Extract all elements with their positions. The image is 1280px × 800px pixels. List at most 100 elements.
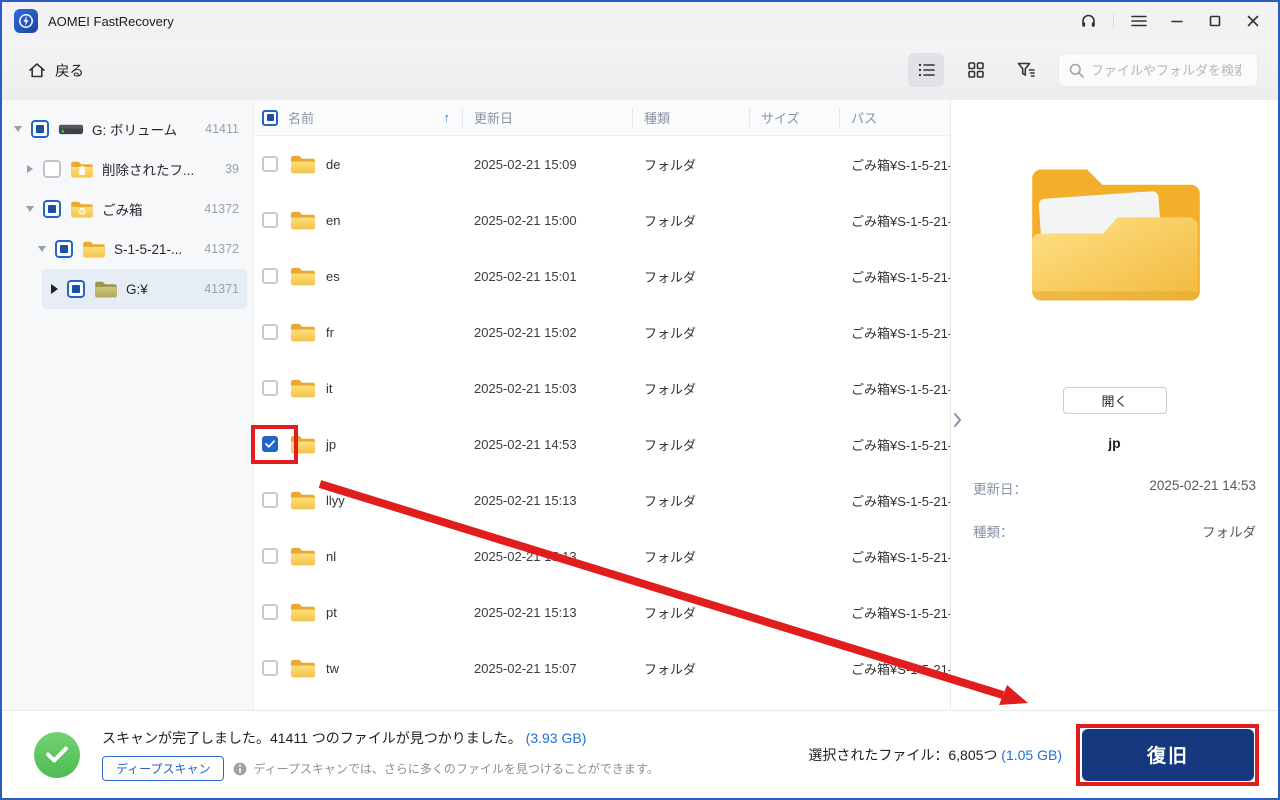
info-icon	[234, 762, 247, 775]
file-path: ごみ箱¥S-1-5-21-4...	[851, 157, 950, 173]
file-date: 2025-02-21 15:13	[474, 548, 577, 564]
list-header: 名前 ↑ 更新日 種類 サイズ パス	[254, 100, 950, 136]
table-row-jp-selected[interactable]: jp 2025-02-21 14:53 フォルダ ごみ箱¥S-1-5-21-4.…	[254, 416, 950, 472]
table-row[interactable]: es 2025-02-21 15:01 フォルダ ごみ箱¥S-1-5-21-4.…	[254, 248, 950, 304]
sort-ascending-icon[interactable]: ↑	[444, 110, 451, 125]
file-path: ごみ箱¥S-1-5-21-4...	[851, 437, 950, 453]
grid-view-button[interactable]	[958, 53, 994, 87]
file-name: pt	[326, 604, 337, 620]
column-header-size[interactable]: サイズ	[749, 100, 839, 135]
preview-panel: 開く jp 更新日： 2025-02-21 14:53 種類： フォルダ	[950, 100, 1278, 710]
tree-item-recyclebin[interactable]: ごみ箱 41372	[2, 189, 253, 229]
table-row[interactable]: de 2025-02-21 15:09 フォルダ ごみ箱¥S-1-5-21-4.…	[254, 136, 950, 192]
column-header-type[interactable]: 種類	[632, 100, 749, 135]
selected-files-text: 選択されたファイル：6,805つ (1.05 GB)	[808, 746, 1062, 763]
table-row[interactable]: it 2025-02-21 15:03 フォルダ ごみ箱¥S-1-5-21-4.…	[254, 360, 950, 416]
file-date: 2025-02-21 14:53	[474, 436, 577, 452]
column-header-date[interactable]: 更新日	[462, 100, 632, 135]
tree-label: S-1-5-21-...	[114, 241, 183, 257]
scan-complete-check-icon	[34, 731, 80, 778]
olive-folder-icon	[94, 280, 118, 299]
row-checkbox[interactable]	[262, 268, 278, 284]
row-checkbox[interactable]	[262, 604, 278, 620]
support-headset-icon[interactable]	[1071, 6, 1105, 36]
tree-count: 41411	[205, 122, 239, 136]
file-type: フォルダ	[644, 213, 697, 229]
row-checkbox[interactable]	[262, 380, 278, 396]
collapse-panel-chevron-icon[interactable]	[953, 412, 962, 433]
expand-caret-icon[interactable]	[24, 165, 36, 173]
file-type: フォルダ	[644, 549, 697, 565]
table-row[interactable]: pt 2025-02-21 15:13 フォルダ ごみ箱¥S-1-5-21-4.…	[254, 584, 950, 640]
file-date: 2025-02-21 15:07	[474, 660, 577, 676]
row-checkbox[interactable]	[262, 212, 278, 228]
status-bar: スキャンが完了しました。41411 つのファイルが見つかりました。 (3.93 …	[2, 710, 1278, 798]
table-row[interactable]: llyy 2025-02-21 15:13 フォルダ ごみ箱¥S-1-5-21-…	[254, 472, 950, 528]
row-checkbox[interactable]	[262, 492, 278, 508]
tree-checkbox-gdrive[interactable]	[67, 280, 85, 298]
file-name: llyy	[326, 492, 345, 508]
modified-value: 2025-02-21 14:53	[1149, 478, 1256, 493]
search-input[interactable]	[1091, 62, 1241, 78]
file-date: 2025-02-21 15:09	[474, 156, 577, 172]
app-window: AOMEI FastRecovery 戻る ファイルやフォルダを検索 G: ボリ…	[0, 0, 1280, 800]
row-checkbox[interactable]	[262, 156, 278, 172]
tree-count: 41372	[204, 242, 239, 256]
column-header-name[interactable]: 名前	[288, 108, 314, 127]
folder-icon	[290, 322, 316, 343]
file-path: ごみ箱¥S-1-5-21-4...	[851, 269, 950, 285]
tree-checkbox-volume[interactable]	[31, 120, 49, 138]
maximize-button[interactable]	[1198, 6, 1232, 36]
list-view-button[interactable]	[908, 53, 944, 87]
folder-icon	[290, 602, 316, 623]
modified-label: 更新日：	[973, 482, 1027, 497]
folder-icon	[290, 490, 316, 511]
tree-checkbox-deleted[interactable]	[43, 160, 61, 178]
table-row[interactable]: tw 2025-02-21 15:07 フォルダ ごみ箱¥S-1-5-21-4.…	[254, 640, 950, 696]
tree-checkbox-sid[interactable]	[55, 240, 73, 258]
menu-hamburger-icon[interactable]	[1122, 6, 1156, 36]
table-row[interactable]: en 2025-02-21 15:00 フォルダ ごみ箱¥S-1-5-21-4.…	[254, 192, 950, 248]
folder-icon	[290, 434, 316, 455]
folder-icon	[290, 154, 316, 175]
close-button[interactable]	[1236, 6, 1270, 36]
search-box	[1058, 53, 1258, 87]
expand-caret-icon[interactable]	[36, 246, 48, 252]
select-all-checkbox[interactable]	[262, 109, 278, 126]
file-path: ごみ箱¥S-1-5-21-4...	[851, 213, 950, 229]
file-path: ごみ箱¥S-1-5-21-4...	[851, 381, 950, 397]
folder-icon	[290, 266, 316, 287]
tree-item-gdrive[interactable]: G:¥ 41371	[42, 269, 247, 309]
selected-size: (1.05 GB)	[1001, 746, 1062, 763]
expand-caret-icon[interactable]	[48, 284, 60, 294]
expand-caret-icon[interactable]	[12, 126, 24, 132]
minimize-button[interactable]	[1160, 6, 1194, 36]
tree-item-volume[interactable]: G: ボリューム 41411	[2, 109, 253, 149]
app-logo-icon	[14, 9, 38, 33]
file-date: 2025-02-21 15:03	[474, 380, 577, 396]
tree-item-deleted[interactable]: 削除されたフ... 39	[2, 149, 253, 189]
row-checkbox[interactable]	[262, 548, 278, 564]
back-button[interactable]: 戻る	[28, 60, 84, 81]
recover-button[interactable]: 復旧	[1082, 728, 1254, 781]
column-header-path[interactable]: パス	[839, 100, 950, 135]
file-date: 2025-02-21 15:00	[474, 212, 577, 228]
expand-caret-icon[interactable]	[24, 206, 36, 212]
row-checkbox-checked[interactable]	[262, 436, 278, 452]
tree-item-sid[interactable]: S-1-5-21-... 41372	[2, 229, 253, 269]
filter-button[interactable]	[1008, 53, 1044, 87]
tree-checkbox-recyclebin[interactable]	[43, 200, 61, 218]
file-type: フォルダ	[644, 605, 697, 621]
deep-scan-button[interactable]: ディープスキャン	[102, 756, 225, 781]
file-type: フォルダ	[644, 493, 697, 509]
row-checkbox[interactable]	[262, 324, 278, 340]
open-button[interactable]: 開く	[1062, 387, 1167, 414]
scan-message: スキャンが完了しました。41411 つのファイルが見つかりました。	[102, 730, 522, 746]
row-checkbox[interactable]	[262, 660, 278, 676]
file-path: ごみ箱¥S-1-5-21-4...	[851, 661, 950, 677]
file-type: フォルダ	[644, 157, 697, 173]
tree-label: G: ボリューム	[92, 123, 178, 138]
tree-count: 39	[225, 162, 239, 176]
table-row[interactable]: nl 2025-02-21 15:13 フォルダ ごみ箱¥S-1-5-21-4.…	[254, 528, 950, 584]
table-row[interactable]: fr 2025-02-21 15:02 フォルダ ごみ箱¥S-1-5-21-4.…	[254, 304, 950, 360]
